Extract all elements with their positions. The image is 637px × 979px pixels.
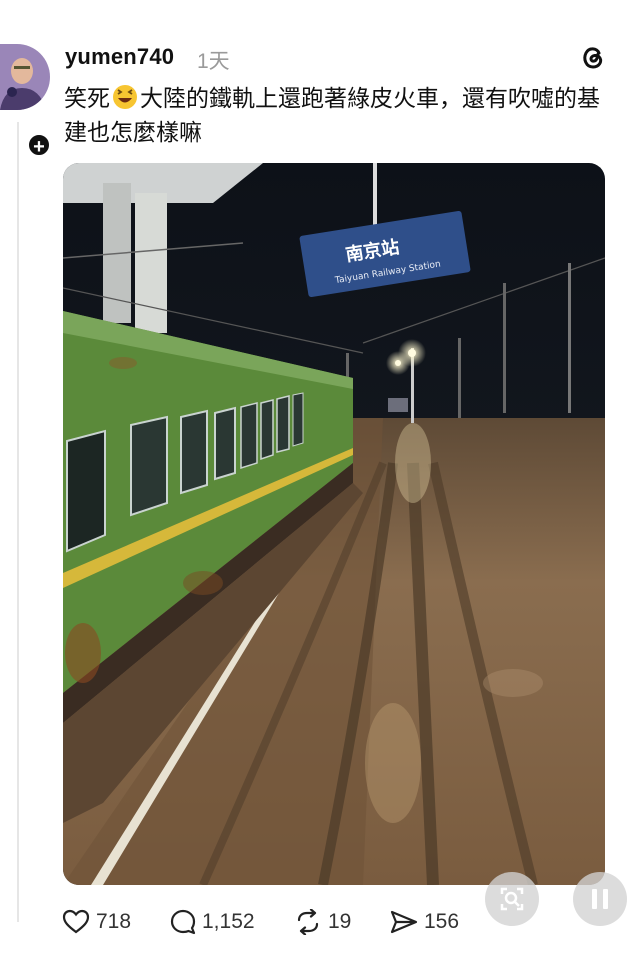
username[interactable]: yumen740 xyxy=(65,44,174,70)
follow-button[interactable]: + xyxy=(26,132,52,158)
timestamp: 1天 xyxy=(197,50,230,73)
repost-button[interactable]: 19 xyxy=(294,905,351,939)
send-icon xyxy=(390,910,418,934)
post-text-body: 大陸的鐵軌上還跑著綠皮火車，還有吹噓的基建也怎麼樣嘛 xyxy=(64,85,600,145)
repost-icon xyxy=(297,909,319,935)
post-text: 笑死 大陸的鐵軌上還跑著綠皮火車，還有吹噓的基建也怎麼樣嘛 xyxy=(64,81,604,149)
post-text-start: 笑死 xyxy=(64,85,110,111)
heart-icon xyxy=(62,909,90,934)
comment-button[interactable]: 1,152 xyxy=(170,905,255,939)
comment-count: 1,152 xyxy=(202,910,255,933)
pause-button[interactable] xyxy=(573,872,627,926)
threads-logo-icon[interactable] xyxy=(578,42,608,72)
comment-icon xyxy=(170,909,196,935)
like-button[interactable]: 718 xyxy=(62,905,131,939)
like-count: 718 xyxy=(96,910,132,933)
share-button[interactable]: 156 xyxy=(390,905,459,939)
image-search-icon xyxy=(500,887,524,911)
repost-count: 19 xyxy=(328,910,352,933)
avatar-image[interactable] xyxy=(0,44,50,110)
image-search-button[interactable] xyxy=(485,872,539,926)
laughing-emoji-icon xyxy=(112,84,138,110)
pause-icon xyxy=(592,889,608,909)
share-count: 156 xyxy=(424,910,460,933)
post-photo[interactable]: 南京站 Taiyuan Railway Station xyxy=(63,163,605,885)
avatar[interactable]: + xyxy=(0,44,52,158)
thread-line xyxy=(17,122,19,922)
